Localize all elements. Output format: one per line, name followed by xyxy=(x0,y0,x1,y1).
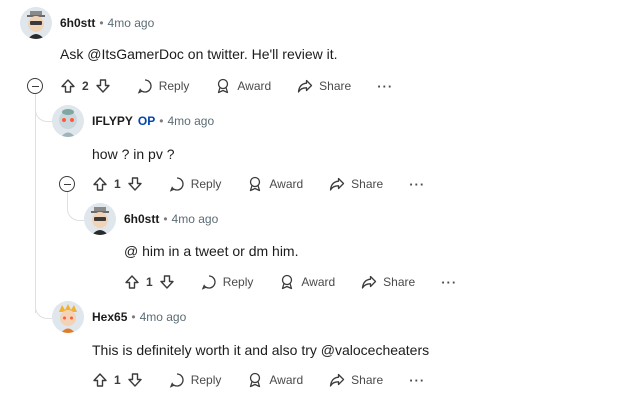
share-icon xyxy=(298,79,313,93)
reply-label: Reply xyxy=(190,177,222,191)
comment-actions: 1 Reply Award Share ··· xyxy=(124,270,457,294)
speech-bubble-icon xyxy=(169,177,184,192)
upvote-icon[interactable] xyxy=(124,274,140,290)
upvote-icon[interactable] xyxy=(92,372,108,388)
minus-icon xyxy=(31,85,39,87)
vote-group: 1 xyxy=(92,176,143,192)
downvote-icon[interactable] xyxy=(127,372,143,388)
comment-actions: 2 Reply Award Share ··· xyxy=(60,74,393,98)
reply-label: Reply xyxy=(222,275,254,289)
award-label: Award xyxy=(301,275,336,289)
collapse-thread-button[interactable] xyxy=(59,176,75,192)
share-label: Share xyxy=(351,373,384,387)
comment-body: how ? in pv ? xyxy=(92,146,175,162)
comment-author[interactable]: Hex65 xyxy=(92,310,127,324)
award-button[interactable]: Award xyxy=(247,176,303,192)
more-options-button[interactable]: ··· xyxy=(409,373,425,388)
share-icon xyxy=(330,373,345,387)
share-button[interactable]: Share xyxy=(329,176,383,192)
collapse-thread-button[interactable] xyxy=(27,78,43,94)
speech-bubble-icon xyxy=(137,79,152,94)
share-icon xyxy=(362,275,377,289)
share-label: Share xyxy=(351,177,384,191)
comment-time[interactable]: 4mo ago xyxy=(140,310,187,324)
op-badge: OP xyxy=(137,114,156,128)
reply-button[interactable]: Reply xyxy=(137,78,190,94)
award-icon xyxy=(250,372,261,388)
share-button[interactable]: Share xyxy=(297,78,351,94)
meta-separator: • xyxy=(131,310,136,324)
downvote-icon[interactable] xyxy=(95,78,111,94)
reply-button[interactable]: Reply xyxy=(201,274,254,290)
comment-time[interactable]: 4mo ago xyxy=(167,114,214,128)
comment-body: This is definitely worth it and also try… xyxy=(92,342,430,358)
thread-curve-reply-4 xyxy=(35,294,52,319)
avatar[interactable] xyxy=(52,301,84,333)
upvote-icon[interactable] xyxy=(60,78,76,94)
downvote-icon[interactable] xyxy=(159,274,175,290)
award-icon xyxy=(250,176,261,192)
thread-curve-reply-2 xyxy=(67,196,84,221)
comment-author[interactable]: IFLYPY xyxy=(92,114,133,128)
award-icon xyxy=(218,78,229,94)
vote-group: 1 xyxy=(92,372,143,388)
comment-author[interactable]: 6h0stt xyxy=(124,212,159,226)
comment-time[interactable]: 4mo ago xyxy=(108,16,155,30)
share-label: Share xyxy=(383,275,416,289)
avatar[interactable] xyxy=(52,105,84,137)
meta-separator: • xyxy=(163,212,168,226)
vote-group: 1 xyxy=(124,274,175,290)
thread-line-root xyxy=(35,93,36,313)
award-label: Award xyxy=(269,373,304,387)
comment-actions: 1 Reply Award Share ··· xyxy=(92,172,425,196)
downvote-icon[interactable] xyxy=(127,176,143,192)
share-label: Share xyxy=(319,79,352,93)
minus-icon xyxy=(63,183,71,185)
avatar[interactable] xyxy=(84,203,116,235)
comment-author[interactable]: 6h0stt xyxy=(60,16,95,30)
speech-bubble-icon xyxy=(201,275,216,290)
award-label: Award xyxy=(269,177,304,191)
award-button[interactable]: Award xyxy=(215,78,271,94)
award-button[interactable]: Award xyxy=(247,372,303,388)
upvote-icon[interactable] xyxy=(92,176,108,192)
reply-label: Reply xyxy=(190,373,222,387)
award-label: Award xyxy=(237,79,272,93)
comment-body: @ him in a tweet or dm him. xyxy=(124,243,299,259)
reply-button[interactable]: Reply xyxy=(169,372,222,388)
thread-curve-reply-1 xyxy=(35,97,52,122)
comment-header: Hex65 • 4mo ago xyxy=(52,301,186,333)
more-options-button[interactable]: ··· xyxy=(441,275,457,290)
share-icon xyxy=(330,177,345,191)
avatar[interactable] xyxy=(20,7,52,39)
comment-header: IFLYPY OP • 4mo ago xyxy=(52,105,214,137)
comment-header: 6h0stt • 4mo ago xyxy=(84,203,218,235)
comment-body: Ask @ItsGamerDoc on twitter. He'll revie… xyxy=(60,46,338,62)
share-button[interactable]: Share xyxy=(329,372,383,388)
comment-header: 6h0stt • 4mo ago xyxy=(20,7,154,39)
vote-count: 2 xyxy=(82,79,89,93)
vote-group: 2 xyxy=(60,78,111,94)
more-options-button[interactable]: ··· xyxy=(409,177,425,192)
vote-count: 1 xyxy=(146,275,153,289)
meta-separator: • xyxy=(99,16,104,30)
speech-bubble-icon xyxy=(169,373,184,388)
reply-button[interactable]: Reply xyxy=(169,176,222,192)
award-button[interactable]: Award xyxy=(279,274,335,290)
comment-time[interactable]: 4mo ago xyxy=(172,212,219,226)
comment-actions: 1 Reply Award Share ··· xyxy=(92,368,425,392)
award-icon xyxy=(282,274,293,290)
share-button[interactable]: Share xyxy=(361,274,415,290)
more-options-button[interactable]: ··· xyxy=(377,79,393,94)
meta-separator: • xyxy=(159,114,164,128)
vote-count: 1 xyxy=(114,177,121,191)
vote-count: 1 xyxy=(114,373,121,387)
reply-label: Reply xyxy=(158,79,190,93)
